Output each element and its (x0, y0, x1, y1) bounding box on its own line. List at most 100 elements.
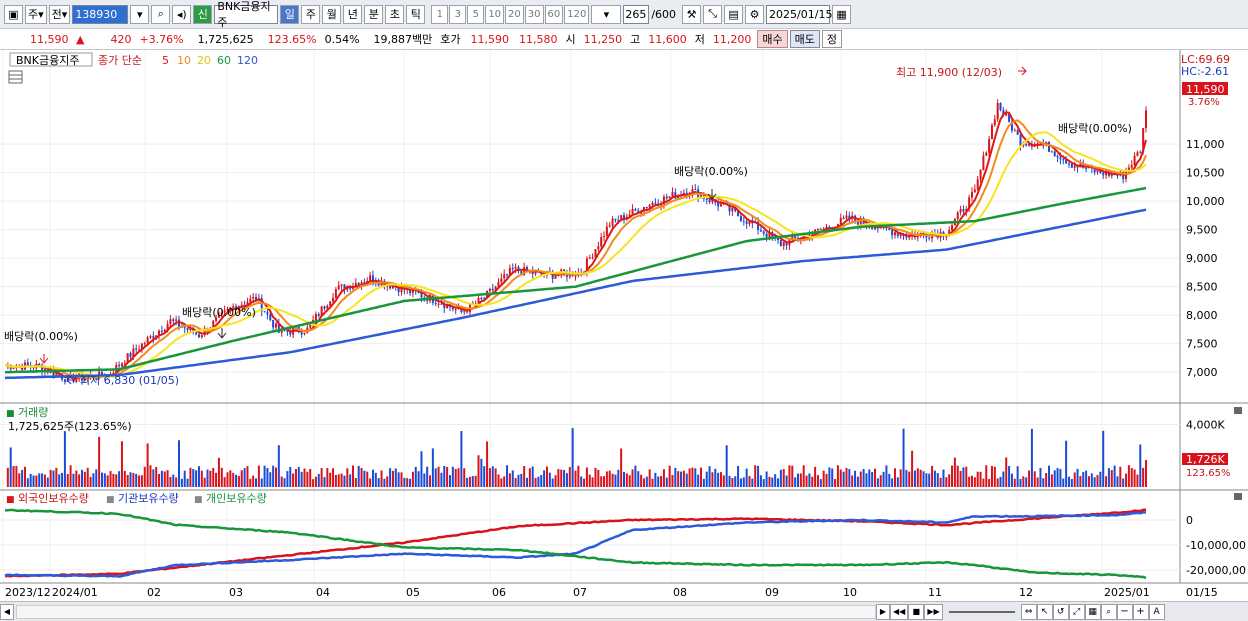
code-dropdown-icon[interactable]: ▾ (130, 4, 150, 24)
chart-scrollbar[interactable]: ◀ ▶ ◀◀ ■ ▶▶ ⇔ ↖ ↺ ⤢ ▦ ⌕ − + A (0, 601, 1248, 621)
volume-bar (999, 476, 1002, 487)
search-icon[interactable]: ⌕ (151, 4, 171, 24)
holding-foreign-label: 외국인보유수량 (18, 492, 89, 505)
period-tab-0[interactable]: 일 (280, 4, 300, 24)
volume-bar (274, 467, 277, 487)
candle-body (928, 237, 931, 239)
prev-select[interactable]: 전 ▾ (48, 4, 71, 24)
volume-bar (757, 465, 760, 487)
last-icon[interactable]: ▶▶ (924, 603, 943, 620)
magnifier-icon[interactable]: ⌕ (1100, 603, 1117, 620)
market-type-select[interactable]: 주 ▾ (25, 4, 47, 24)
save-icon[interactable]: ▤ (724, 4, 744, 24)
date-tick-label: 07 (573, 586, 587, 599)
volume-bar (1053, 470, 1056, 487)
font-size-icon[interactable]: A (1148, 603, 1165, 620)
count-input[interactable]: 265 (623, 4, 650, 24)
draw-tool-icon[interactable]: ⤡ (703, 4, 723, 24)
candle-body (1139, 152, 1142, 154)
volume-bar (49, 469, 52, 487)
price-tick-label: 9,500 (1186, 224, 1218, 237)
num-tab-60[interactable]: 60 (544, 4, 564, 24)
volume-bar (397, 472, 400, 487)
volume-bar (523, 465, 526, 487)
volume-bar (580, 476, 583, 487)
zoom-out-icon[interactable]: − (1116, 603, 1133, 620)
volume-bar (545, 466, 548, 487)
volume-panel-close-icon[interactable] (1234, 407, 1242, 414)
candle-body (454, 309, 457, 311)
candle-body (1013, 130, 1016, 132)
grid-icon[interactable]: ▦ (1084, 603, 1101, 620)
volume-bar (303, 468, 306, 487)
volume-bar (657, 476, 660, 487)
volume-bar (75, 470, 78, 487)
panel-marker-icon: ■ (6, 495, 15, 505)
holding-panel-close-icon[interactable] (1234, 493, 1242, 500)
sound-icon[interactable]: ◂) (172, 4, 192, 24)
candle-body (269, 314, 272, 320)
volume-bar (779, 469, 782, 487)
volume-bar (1042, 478, 1045, 487)
volume-bar (506, 465, 509, 487)
drag-mode-icon[interactable]: ⇔ (1020, 603, 1037, 620)
volume-bar (237, 475, 240, 487)
volume-bar (220, 467, 223, 487)
zoom-in-icon[interactable]: + (1132, 603, 1149, 620)
scroll-track[interactable] (16, 604, 876, 619)
volume-bar (389, 468, 392, 487)
volume-bar (577, 465, 580, 487)
zoom-slider[interactable] (948, 610, 1015, 613)
code-input[interactable]: 138930 (72, 4, 129, 24)
volume-bar (828, 467, 831, 487)
period-tab-4[interactable]: 분 (364, 4, 384, 24)
high-price: 11,600 (648, 32, 687, 46)
volume-bar (135, 473, 138, 487)
num-tab-120[interactable]: 120 (564, 4, 590, 24)
num-dropdown-icon[interactable]: ▾ (591, 4, 622, 24)
table-icon[interactable] (8, 70, 23, 84)
ask-label: 호가 (440, 33, 461, 46)
num-tab-5[interactable]: 5 (467, 4, 485, 24)
ask-price: 11,590 (470, 32, 510, 46)
volume-bar (1085, 470, 1088, 487)
num-tab-3[interactable]: 3 (449, 4, 467, 24)
period-tab-5[interactable]: 초 (385, 4, 405, 24)
volume-bar (169, 476, 172, 487)
volume-bar (69, 465, 72, 487)
correct-button[interactable]: 정 (821, 30, 843, 48)
fit-icon[interactable]: ⤢ (1068, 603, 1085, 620)
num-tab-20[interactable]: 20 (505, 4, 524, 24)
period-tab-6[interactable]: 틱 (406, 4, 426, 24)
shin-button[interactable]: 신 (193, 4, 213, 24)
calendar-icon[interactable]: ▦ (832, 4, 852, 24)
scroll-left-icon[interactable]: ◀ (0, 603, 14, 620)
volume-bar (146, 443, 149, 487)
volume-bar (1050, 474, 1053, 487)
volume-bar (437, 466, 440, 487)
period-tab-2[interactable]: 월 (322, 4, 342, 24)
volume-bar (968, 476, 971, 487)
scroll-right-icon[interactable]: ▶ (876, 603, 890, 620)
cursor-icon[interactable]: ↖ (1036, 603, 1053, 620)
num-tab-10[interactable]: 10 (485, 4, 505, 24)
sell-button[interactable]: 매도 (789, 30, 820, 48)
num-tab-1[interactable]: 1 (431, 4, 449, 24)
gear-icon[interactable]: ⚙ (745, 4, 765, 24)
first-icon[interactable]: ◀◀ (890, 603, 909, 620)
open-price: 11,250 (583, 32, 623, 46)
volume-bar (300, 471, 303, 487)
volume-bar (371, 469, 374, 487)
legend-ma60: 60 (217, 54, 231, 67)
date-input[interactable]: 2025/01/15 (766, 4, 832, 24)
volume-bar (312, 479, 315, 487)
stock-chart[interactable]: 4,000K 0 -10,000,00 -20,000,00 11,000 10,50… (0, 50, 1248, 601)
period-tab-3[interactable]: 년 (343, 4, 363, 24)
period-tab-1[interactable]: 주 (301, 4, 321, 24)
chart-tool-icon[interactable]: ⚒ (682, 4, 702, 24)
buy-button[interactable]: 매수 (757, 30, 788, 48)
stop-icon[interactable]: ■ (908, 603, 925, 620)
reset-icon[interactable]: ↺ (1052, 603, 1069, 620)
num-tab-30[interactable]: 30 (524, 4, 544, 24)
layout-icon[interactable]: ▣ (4, 4, 23, 24)
